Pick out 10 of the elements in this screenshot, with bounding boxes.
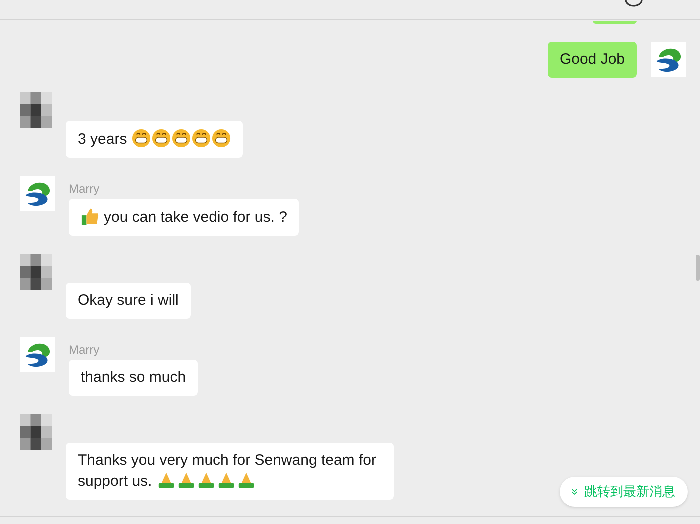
message-bubble: Good Job [548,42,637,78]
sender-name: Marry [69,182,100,196]
jump-to-latest-button[interactable]: » 跳转到最新消息 [560,477,688,507]
message-bubble: Okay sure i will [66,283,191,319]
message-bubble: thanks so much [69,360,198,396]
chevron-down-icon: » [566,488,584,496]
message-bubble: Thanks you very much for Senwang team for support us. [66,443,394,500]
sender-name: Marry [69,343,100,357]
message-bubble: 3 years [66,121,244,158]
message-bubble: you can take vedio for us. ? [69,199,300,236]
